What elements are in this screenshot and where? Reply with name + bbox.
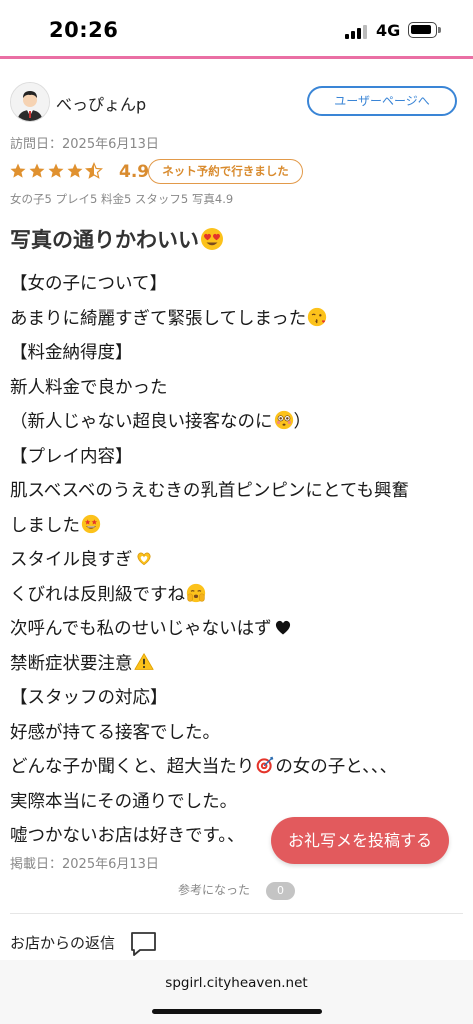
heart-eyes-emoji-icon (201, 228, 223, 250)
browser-bottom-bar (0, 960, 473, 1024)
review-body: 【女の子について】 あまりに綺麗すぎて緊張してしまった 【料金納得度】 新人料金… (10, 270, 465, 857)
user-page-button[interactable]: ユーザーページへ (307, 86, 457, 116)
network-label: 4G (376, 21, 401, 40)
review-title: 写真の通りかわいい (10, 224, 224, 254)
flushed-emoji-icon (274, 410, 293, 430)
half-star-icon (85, 162, 103, 179)
signal-icon (345, 24, 371, 39)
review-line: スタイル良すぎ (10, 546, 465, 581)
status-bar: 20:26 4G (0, 0, 473, 56)
star-icon (10, 163, 26, 178)
review-line: 次呼んでも私のせいじゃないはず (10, 615, 465, 650)
helpful-count-badge: 0 (266, 882, 295, 900)
shop-reply-label[interactable]: お店からの返信 (10, 932, 115, 953)
star-icon (29, 163, 45, 178)
avatar[interactable] (10, 82, 50, 122)
review-line: 好感が持てる接客でした。 (10, 722, 220, 743)
divider (10, 913, 463, 914)
battery-icon (408, 22, 441, 38)
shy-emoji-icon (186, 583, 206, 602)
review-line: 新人料金で良かった (10, 377, 168, 398)
visit-date: 訪問日：2025年6月13日 (10, 137, 159, 152)
star-icon (48, 163, 64, 178)
review-line: 【スタッフの対応】 (10, 688, 168, 708)
rating-value: 4.9 (119, 162, 150, 182)
review-line: （新人じゃない超良い接客なのに） (10, 410, 311, 432)
review-line: どんな子か聞くと、超大当たり の女の子と、、、 (10, 756, 398, 777)
review-line: くびれは反則級ですね (10, 581, 465, 616)
username[interactable]: べっぴょんp (56, 91, 146, 115)
star-rating (9, 160, 104, 182)
review-title-text: 写真の通りかわいい (10, 228, 199, 252)
dart-emoji-icon (256, 756, 274, 774)
heart-hands-emoji-icon (136, 552, 151, 566)
review-line: しました (10, 512, 465, 547)
star-struck-emoji-icon (81, 514, 101, 533)
review-line: 【女の子について】 (10, 274, 167, 294)
helpful-button[interactable]: 参考になった (178, 881, 250, 898)
review-line: 肌スベスベのうえむきの乳首ピンピンにとても興奮 (10, 481, 409, 501)
kiss-emoji-icon (308, 307, 327, 326)
status-time: 20:26 (49, 18, 119, 42)
browser-url[interactable]: spgirl.cityheaven.net (0, 975, 473, 991)
home-indicator[interactable] (152, 1009, 322, 1014)
review-line: あまりに綺麗すぎて緊張してしまった (10, 305, 465, 340)
review-line: 【プレイ内容】 (10, 446, 133, 467)
post-thanks-photo-button[interactable]: お礼写メを投稿する (271, 817, 449, 864)
post-date: 掲載日：2025年6月13日 (10, 857, 159, 872)
header-accent-line (0, 56, 473, 59)
black-heart-emoji-icon (275, 620, 290, 635)
warning-emoji-icon (133, 652, 154, 670)
chat-bubble-icon[interactable] (130, 931, 157, 957)
sub-ratings: 女の子5 プレイ5 料金5 スタッフ5 写真4.9 (10, 192, 234, 206)
star-icon (67, 163, 83, 178)
booking-badge: ネット予約で行きました (148, 159, 303, 184)
review-line: 【料金納得度】 (10, 343, 133, 363)
review-line: 禁断症状要注意 (10, 650, 465, 685)
